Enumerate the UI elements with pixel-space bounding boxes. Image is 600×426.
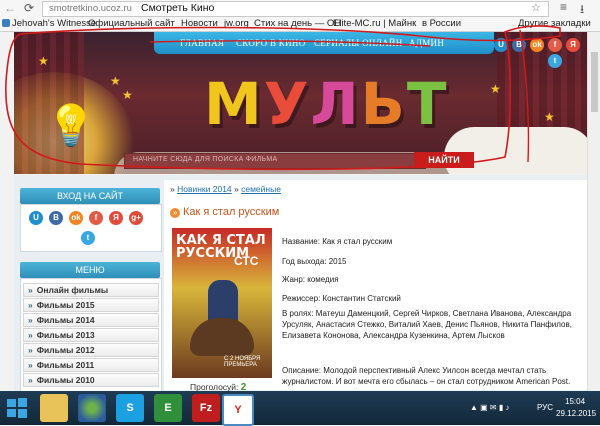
skype-icon[interactable]: S: [116, 394, 144, 422]
nav-admin[interactable]: АДМИН: [409, 38, 444, 48]
menu-item[interactable]: » Фильмы 2013: [23, 328, 159, 342]
menu-item[interactable]: » Фильмы 2011: [23, 358, 159, 372]
menu-panel-title: МЕНЮ: [20, 262, 160, 278]
menu-panel: » Онлайн фильмы» Фильмы 2015» Фильмы 2014» Ф…: [20, 278, 162, 392]
tray-icons[interactable]: ▲ ▣ ✉ ▮ ♪: [470, 403, 509, 412]
film-title: » Как я стал русским: [170, 206, 279, 218]
vk-icon[interactable]: B: [49, 211, 63, 225]
film-description: Описание: Молодой перспективный Алекс Уи…: [282, 366, 571, 389]
url-box[interactable]: smotretkino.ucoz.ru Смотреть Кино ☆: [42, 1, 549, 17]
page-scrollbar[interactable]: [587, 32, 600, 391]
yandex-icon[interactable]: Я: [109, 211, 123, 225]
clock-time[interactable]: 15:04: [565, 397, 585, 406]
nav-coming-soon[interactable]: СКОРО В КИНО: [236, 38, 306, 48]
logo-letter: Л: [310, 70, 361, 138]
logo-letter: М: [204, 70, 264, 138]
bookmark-item[interactable]: Новости: [181, 18, 218, 29]
poster-date: С 2 НОЯБРЯ ПРЕМЬЕРА: [224, 356, 261, 368]
back-icon[interactable]: ←: [4, 1, 16, 15]
address-bar: ← ⟳ smotretkino.ucoz.ru Смотреть Кино ☆ …: [0, 0, 600, 18]
breadcrumb-link[interactable]: семейные: [241, 184, 281, 194]
breadcrumb-link[interactable]: Новинки 2014: [177, 184, 232, 194]
bookmark-item[interactable]: Elite-MC.ru | Майнк: [333, 18, 416, 29]
bookmark-item[interactable]: jw.org: [224, 18, 249, 29]
film-director-line: Режиссер: Константин Статский: [282, 294, 401, 303]
file-explorer-icon[interactable]: [40, 394, 68, 422]
facebook-icon[interactable]: f: [548, 38, 562, 52]
site-banner: 💡 ★ ★ ★ ★ ★ ГЛАВНАЯ СКОРО В КИНО СЕРИАЛЫ…: [14, 32, 587, 174]
logo-letter: Т: [406, 70, 449, 138]
scrollbar-thumb[interactable]: [591, 52, 598, 112]
spreadsheet-icon[interactable]: E: [154, 394, 182, 422]
google-plus-icon[interactable]: g+: [129, 211, 143, 225]
login-panel: U Bok f Яg+ t: [20, 204, 162, 252]
taskbar: S E Fz Y ▲ ▣ ✉ ▮ ♪ РУС 15:04 29.12.2015: [0, 391, 600, 426]
login-panel-title: ВХОД НА САЙТ: [20, 188, 160, 204]
facebook-icon[interactable]: f: [89, 211, 103, 225]
u-icon[interactable]: U: [494, 38, 508, 52]
vk-icon[interactable]: B: [512, 38, 526, 52]
search-input[interactable]: НАЧНИТЕ СЮДА ДЛЯ ПОИСКА ФИЛЬМА: [124, 153, 426, 169]
bookmark-star-icon[interactable]: ☆: [531, 1, 541, 14]
reload-icon[interactable]: ⟳: [24, 1, 34, 15]
menu-item[interactable]: » Фильмы 2015: [23, 298, 159, 312]
odnoklassniki-icon[interactable]: ok: [530, 38, 544, 52]
bookmark-item[interactable]: Jehovah's Witnesse: [2, 18, 96, 29]
star-icon: ★: [490, 82, 501, 96]
bookmark-item[interactable]: Официальный сайт: [88, 18, 175, 29]
arrow-circle-icon: »: [170, 208, 180, 218]
twitter-icon[interactable]: t: [548, 54, 562, 68]
odnoklassniki-icon[interactable]: ok: [69, 211, 83, 225]
google-earth-icon[interactable]: [78, 394, 106, 422]
menu-icon[interactable]: ≡: [560, 0, 567, 14]
clock-date: 29.12.2015: [556, 409, 597, 418]
nav-home[interactable]: ГЛАВНАЯ: [180, 38, 224, 48]
site-nav: ГЛАВНАЯ СКОРО В КИНО СЕРИАЛЫ ОНЛАЙН АДМИ…: [154, 32, 494, 54]
url-text: smotretkino.ucoz.ru: [49, 3, 132, 14]
menu-item[interactable]: » Фильмы 2012: [23, 343, 159, 357]
page-title-text: Смотреть Кино: [141, 2, 215, 14]
twitter-icon[interactable]: t: [81, 231, 95, 245]
u-icon[interactable]: U: [29, 211, 43, 225]
search-button[interactable]: НАЙТИ: [414, 152, 474, 168]
language-indicator[interactable]: РУС: [537, 403, 553, 412]
film-year-line: Год выхода: 2015: [282, 257, 347, 266]
menu-item[interactable]: » Фильмы 2010: [23, 373, 159, 387]
bookmark-item[interactable]: Стих на день — ОН: [254, 18, 341, 29]
star-icon: ★: [122, 88, 133, 102]
star-icon: ★: [544, 110, 555, 124]
bookmark-item[interactable]: в России: [422, 18, 461, 29]
film-cast: В ролях: Матеуш Даменцкий, Сергей Чирков…: [282, 309, 572, 340]
film-genre-line: Жанр: комедия: [282, 275, 339, 284]
yandex-browser-icon[interactable]: Y: [222, 394, 254, 426]
menu-item[interactable]: » Онлайн фильмы: [23, 283, 159, 297]
star-icon: ★: [110, 74, 121, 88]
film-name-line: Название: Как я стал русским: [282, 237, 393, 246]
yandex-icon[interactable]: Я: [566, 38, 580, 52]
main-content: » Новинки 2014 » семейные » Как я стал ру…: [164, 180, 587, 393]
filezilla-icon[interactable]: Fz: [192, 394, 220, 422]
poster-channel: СТС: [234, 254, 259, 268]
breadcrumb: » Новинки 2014 » семейные: [170, 184, 281, 194]
lightbulb-icon: 💡: [46, 104, 96, 148]
menu-item[interactable]: » Фильмы 2014: [23, 313, 159, 327]
left-sidebar: ВХОД НА САЙТ U Bok f Яg+ t МЕНЮ » Онлайн филь…: [20, 180, 162, 392]
star-icon: ★: [38, 54, 49, 68]
bookmarks-bar: Jehovah's Witnesse Официальный сайт Ново…: [0, 17, 600, 32]
film-poster[interactable]: КАК Я СТАЛ РУССКИМ СТС С 2 НОЯБРЯ ПРЕМЬЕ…: [172, 228, 272, 378]
site-logo: МУЛЬТ: [204, 74, 448, 134]
logo-letter: Ь: [360, 70, 407, 138]
nav-series[interactable]: СЕРИАЛЫ ОНЛАЙН: [314, 38, 403, 48]
logo-letter: У: [263, 70, 311, 138]
other-bookmarks[interactable]: Другие закладки: [518, 18, 591, 29]
windows-start-icon[interactable]: [6, 397, 28, 419]
